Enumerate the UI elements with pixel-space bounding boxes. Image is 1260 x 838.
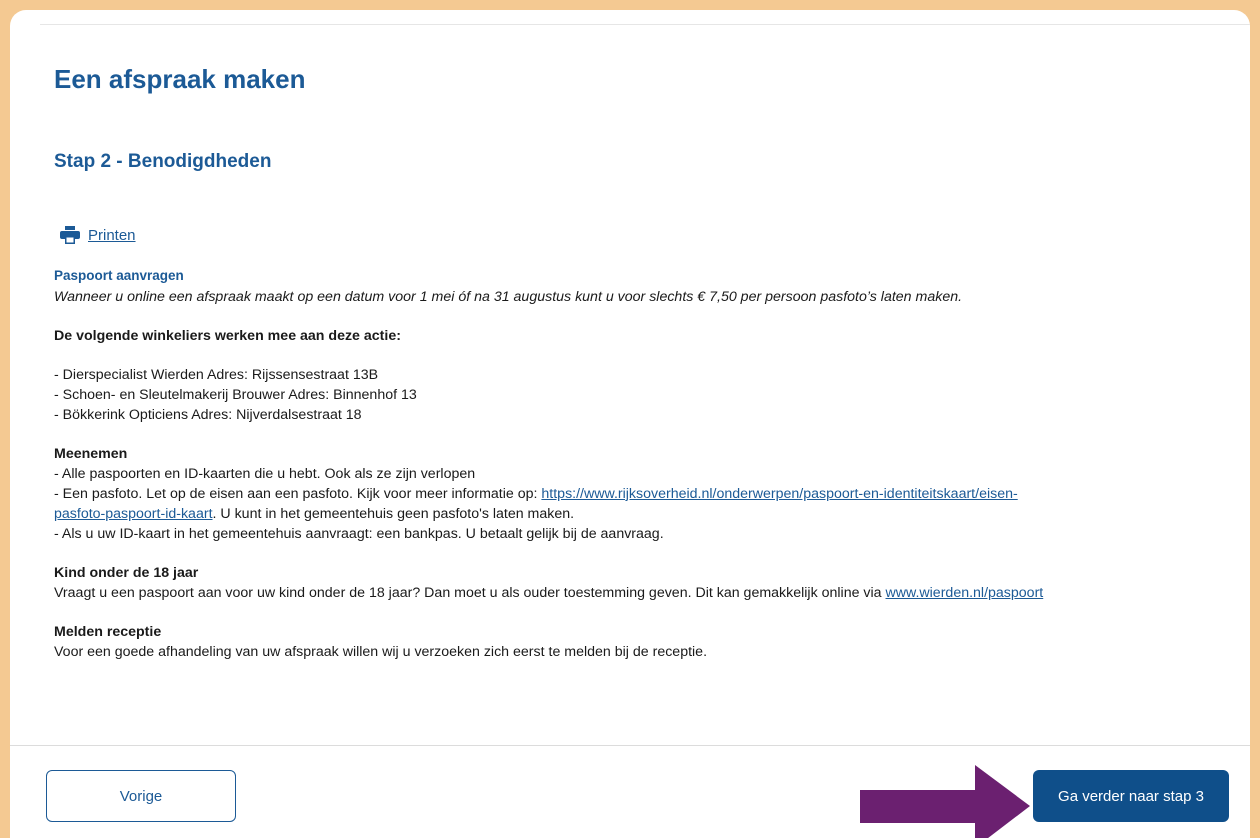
next-step-button[interactable]: Ga verder naar stap 3 <box>1033 770 1229 822</box>
print-link[interactable]: Printen <box>60 226 136 244</box>
arrow-right-icon <box>860 765 1030 838</box>
requirements-text: Paspoort aanvragen Wanneer u online een … <box>54 266 1234 662</box>
retailer-item: - Dierspecialist Wierden Adres: Rijssens… <box>54 367 379 383</box>
previous-button[interactable]: Vorige <box>46 770 236 822</box>
bring-heading: Meenemen <box>54 446 128 462</box>
retailer-item: - Schoen- en Sleutelmakerij Brouwer Adre… <box>54 387 417 403</box>
appointment-card: Een afspraak maken Stap 2 - Benodigdhede… <box>10 10 1250 838</box>
printer-icon <box>60 226 80 244</box>
bring-item: - Alle paspoorten en ID-kaarten die u he… <box>54 466 476 482</box>
paspoort-link[interactable]: www.wierden.nl/paspoort <box>886 585 1044 601</box>
retailers-heading: De volgende winkeliers werken mee aan de… <box>54 328 401 344</box>
reception-text: Voor een goede afhandeling van uw afspra… <box>54 644 708 660</box>
footer-divider <box>10 745 1250 746</box>
step-title: Stap 2 - Benodigdheden <box>54 151 272 172</box>
child-heading: Kind onder de 18 jaar <box>54 565 199 581</box>
reception-heading: Melden receptie <box>54 624 162 640</box>
child-text: Vraagt u een paspoort aan voor uw kind o… <box>54 585 1044 601</box>
intro-text: Wanneer u online een afspraak maakt op e… <box>54 289 963 305</box>
page-title: Een afspraak maken <box>54 64 306 94</box>
section-heading: Paspoort aanvragen <box>54 268 184 283</box>
bring-item-photo: - Een pasfoto. Let op de eisen aan een p… <box>54 486 1018 522</box>
retailer-item: - Bökkerink Opticiens Adres: Nijverdalse… <box>54 407 362 423</box>
print-label: Printen <box>88 226 136 244</box>
bring-item: - Als u uw ID-kaart in het gemeentehuis … <box>54 526 664 542</box>
top-divider <box>40 24 1250 25</box>
